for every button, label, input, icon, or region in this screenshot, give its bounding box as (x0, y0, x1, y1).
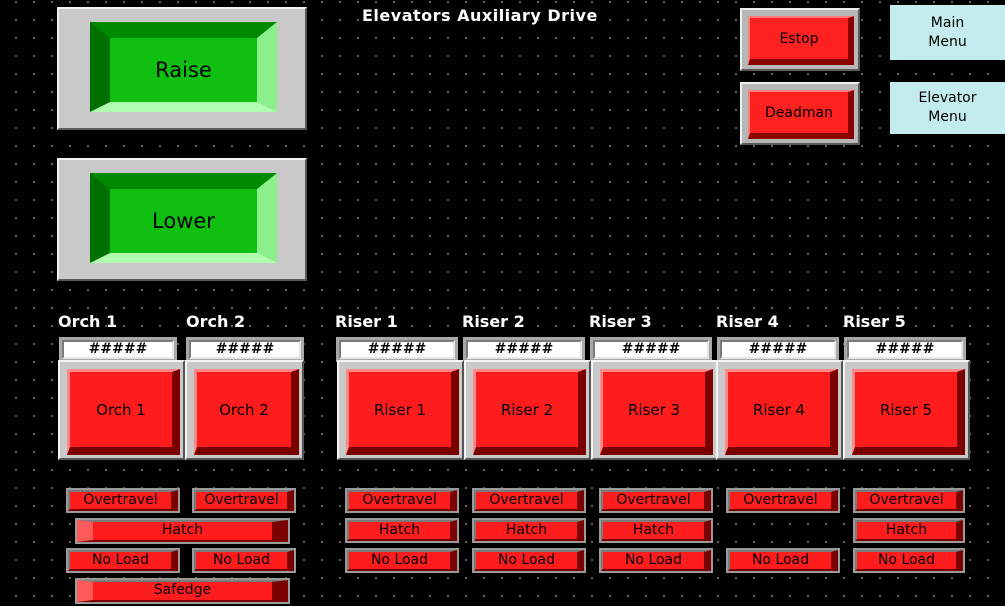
display-riser-1: ##### (336, 337, 458, 362)
no-load-indicator-orch-2: No Load (192, 548, 296, 573)
no-load-indicator-riser-1: No Load (345, 548, 459, 573)
overtravel-indicator-riser-4: Overtravel (726, 488, 840, 513)
header-riser-5: Riser 5 (843, 312, 906, 331)
display-orch-2: ##### (186, 337, 304, 362)
raise-button-label: Raise (155, 58, 212, 82)
overtravel-indicator-orch-1: Overtravel (66, 488, 180, 513)
hatch-indicator-riser-2: Hatch (472, 518, 586, 543)
no-load-indicator-riser-2: No Load (472, 548, 586, 573)
hatch-indicator-orch: Hatch (75, 518, 290, 544)
header-riser-2: Riser 2 (462, 312, 525, 331)
overtravel-indicator-riser-2: Overtravel (472, 488, 586, 513)
overtravel-indicator-riser-3: Overtravel (599, 488, 713, 513)
hatch-indicator-riser-1: Hatch (345, 518, 459, 543)
display-riser-5: ##### (844, 337, 966, 362)
riser-2-button-label: Riser 2 (500, 400, 554, 419)
display-riser-2: ##### (463, 337, 585, 362)
display-orch-1: ##### (59, 337, 177, 362)
elevator-menu-button[interactable]: Elevator Menu (890, 82, 1005, 134)
no-load-indicator-riser-3: No Load (599, 548, 713, 573)
orch-1-button[interactable]: Orch 1 (58, 360, 185, 460)
deadman-label: Deadman (765, 104, 833, 121)
estop-label: Estop (779, 30, 819, 47)
main-menu-line2: Menu (928, 33, 967, 50)
no-load-indicator-riser-5: No Load (853, 548, 965, 573)
main-menu-line1: Main (930, 14, 965, 31)
riser-4-button-label: Riser 4 (752, 400, 806, 419)
page-title: Elevators Auxiliary Drive (362, 6, 598, 25)
display-riser-3: ##### (590, 337, 712, 362)
riser-1-button[interactable]: Riser 1 (337, 360, 464, 460)
estop-button[interactable]: Estop (740, 8, 860, 71)
header-riser-4: Riser 4 (716, 312, 779, 331)
riser-3-button[interactable]: Riser 3 (591, 360, 718, 460)
no-load-indicator-riser-4: No Load (726, 548, 840, 573)
riser-5-button[interactable]: Riser 5 (843, 360, 970, 460)
header-orch-1: Orch 1 (58, 312, 118, 331)
orch-1-button-label: Orch 1 (96, 400, 146, 419)
riser-4-button[interactable]: Riser 4 (716, 360, 843, 460)
header-riser-3: Riser 3 (589, 312, 652, 331)
raise-button[interactable]: Raise (57, 7, 307, 130)
riser-2-button[interactable]: Riser 2 (464, 360, 591, 460)
orch-2-button-label: Orch 2 (219, 400, 269, 419)
riser-3-button-label: Riser 3 (627, 400, 681, 419)
elevator-menu-line1: Elevator (918, 90, 977, 106)
header-riser-1: Riser 1 (335, 312, 398, 331)
safedge-indicator: Safedge (75, 578, 290, 604)
hatch-indicator-riser-5: Hatch (853, 518, 965, 543)
display-riser-4: ##### (717, 337, 839, 362)
lower-button[interactable]: Lower (57, 158, 307, 281)
elevator-menu-line2: Menu (928, 109, 967, 125)
riser-5-button-label: Riser 5 (879, 400, 933, 419)
overtravel-indicator-orch-2: Overtravel (192, 488, 296, 513)
hatch-indicator-riser-3: Hatch (599, 518, 713, 543)
orch-2-button[interactable]: Orch 2 (185, 360, 304, 460)
main-menu-button[interactable]: Main Menu (890, 5, 1005, 60)
lower-button-label: Lower (152, 209, 215, 233)
header-orch-2: Orch 2 (186, 312, 246, 331)
riser-1-button-label: Riser 1 (373, 400, 427, 419)
deadman-button[interactable]: Deadman (740, 82, 860, 145)
overtravel-indicator-riser-1: Overtravel (345, 488, 459, 513)
no-load-indicator-orch-1: No Load (66, 548, 180, 573)
overtravel-indicator-riser-5: Overtravel (853, 488, 965, 513)
